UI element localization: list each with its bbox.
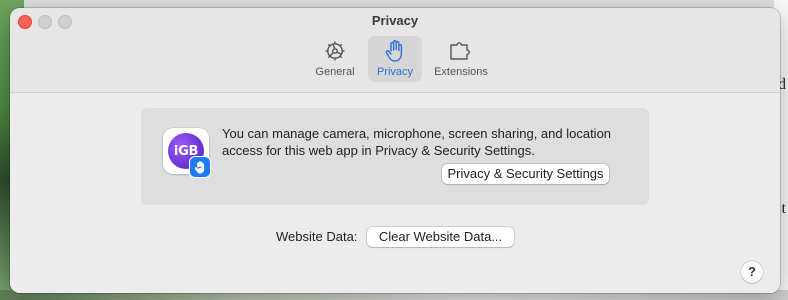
website-data-label: Website Data:: [276, 229, 358, 244]
tab-general[interactable]: General: [308, 36, 362, 82]
tab-extensions[interactable]: Extensions: [428, 36, 494, 82]
window-title: Privacy: [371, 13, 419, 28]
privacy-pane: iGB You can manage camera, microphone, s…: [10, 93, 780, 293]
toolbar-tabs: General Privacy Extensions: [308, 36, 494, 86]
gear-icon: [324, 40, 346, 62]
hand-icon: [384, 40, 406, 62]
puzzle-icon: [448, 40, 474, 62]
background-glyph: t: [781, 200, 786, 217]
clear-website-data-button[interactable]: Clear Website Data...: [367, 227, 514, 247]
privacy-security-settings-button[interactable]: Privacy & Security Settings: [442, 164, 609, 184]
tab-privacy-label: Privacy: [376, 66, 414, 78]
privacy-settings-window: Privacy General Privacy Extensions iGB Y…: [10, 8, 780, 293]
privacy-info-box: iGB You can manage camera, microphone, s…: [141, 108, 649, 205]
tab-general-label: General: [315, 66, 355, 78]
tab-extensions-label: Extensions: [434, 66, 488, 78]
titlebar: Privacy General Privacy Extensions: [10, 8, 780, 93]
privacy-hand-badge-icon: [190, 157, 210, 177]
privacy-message: You can manage camera, microphone, scree…: [222, 126, 612, 158]
help-button[interactable]: ?: [741, 261, 763, 283]
tab-privacy[interactable]: Privacy: [368, 36, 422, 82]
